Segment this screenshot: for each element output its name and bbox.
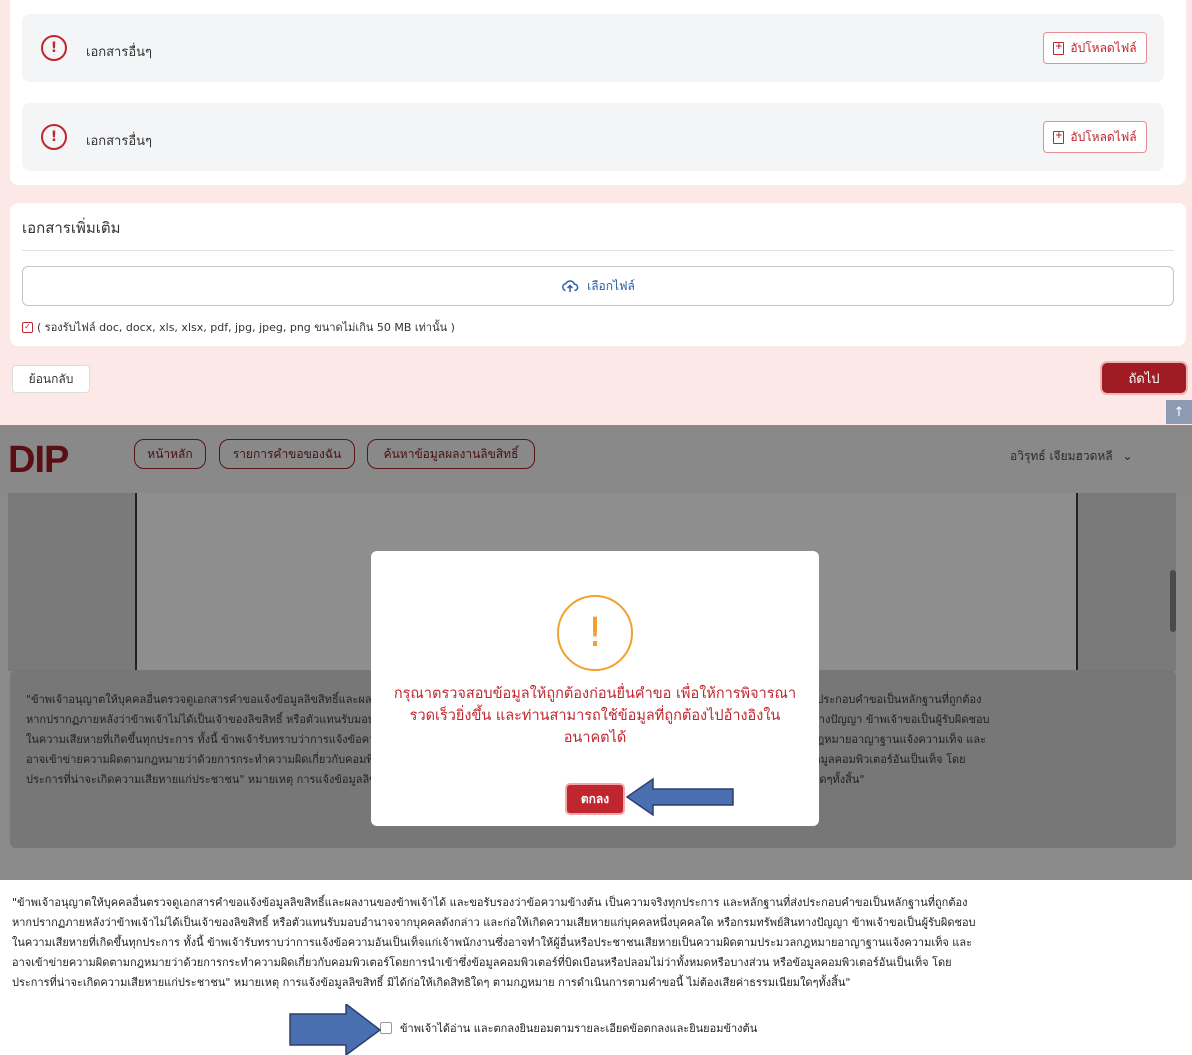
doc-row-other-1	[22, 14, 1164, 82]
alert-circle-icon: !	[41, 124, 67, 150]
doc-label: เอกสารอื่นๆ	[86, 45, 153, 60]
user-name: อวิรุทธ์ เจียมฮวดหลี	[1010, 449, 1113, 463]
warning-icon: !	[557, 595, 633, 671]
nav-search-copyright[interactable]: ค้นหาข้อมูลผลงานลิขสิทธิ์	[367, 439, 535, 469]
cloud-upload-icon	[562, 280, 579, 292]
doc-row-other-2	[22, 103, 1164, 171]
file-type-note: ✓ ( รองรับไฟล์ doc, docx, xls, xlsx, pdf…	[22, 318, 455, 336]
agree-row: ข้าพเจ้าได้อ่าน และตกลงยินยอมตามรายละเอี…	[380, 1019, 757, 1037]
consent-text: "ข้าพเจ้าอนุญาตให้บุคคลอื่นตรวจดูเอกสารค…	[12, 896, 976, 989]
file-upload-icon: +	[1053, 41, 1065, 55]
arrow-up-icon[interactable]: ↑	[1166, 400, 1192, 424]
ok-button[interactable]: ตกลง	[567, 785, 623, 813]
upload-file-button[interactable]: + อัปโหลดไฟล์	[1043, 121, 1147, 153]
upload-file-button-label: อัปโหลดไฟล์	[1070, 129, 1137, 144]
choose-file-button[interactable]: เลือกไฟล์	[22, 266, 1174, 306]
pointer-arrow-icon	[625, 777, 734, 817]
confirm-modal: ! กรุณาตรวจสอบข้อมูลให้ถูกต้องก่อนยื่นคำ…	[371, 551, 819, 826]
agree-label: ข้าพเจ้าได้อ่าน และตกลงยินยอมตามรายละเอี…	[400, 1022, 758, 1035]
next-button[interactable]: ถัดไป	[1102, 363, 1186, 393]
scrollbar[interactable]	[1170, 570, 1176, 632]
check-square-icon: ✓	[22, 321, 33, 333]
pointer-arrow-icon	[289, 1004, 382, 1055]
choose-file-label: เลือกไฟล์	[587, 278, 635, 293]
nav-my-requests[interactable]: รายการคำขอของฉัน	[219, 439, 355, 469]
modal-message: กรุณาตรวจสอบข้อมูลให้ถูกต้องก่อนยื่นคำขอ…	[393, 686, 797, 746]
upload-file-button[interactable]: + อัปโหลดไฟล์	[1043, 32, 1147, 64]
file-type-note-text: ( รองรับไฟล์ doc, docx, xls, xlsx, pdf, …	[37, 321, 455, 334]
doc-label: เอกสารอื่นๆ	[86, 134, 153, 149]
dimmed-page-with-modal: DIP หน้าหลัก รายการคำขอของฉัน ค้นหาข้อมู…	[0, 425, 1192, 880]
user-menu[interactable]: อวิรุทธ์ เจียมฮวดหลี ⌄	[1010, 447, 1133, 466]
alert-circle-icon: !	[41, 35, 67, 61]
chevron-down-icon: ⌄	[1122, 449, 1133, 463]
extra-docs-title: เอกสารเพิ่มเติม	[22, 219, 121, 237]
upload-file-button-label: อัปโหลดไฟล์	[1070, 40, 1137, 55]
nav-home[interactable]: หน้าหลัก	[134, 439, 206, 469]
dip-logo: DIP	[8, 439, 69, 481]
back-button[interactable]: ย้อนกลับ	[12, 365, 90, 393]
divider	[22, 250, 1174, 251]
file-upload-icon: +	[1053, 130, 1065, 144]
